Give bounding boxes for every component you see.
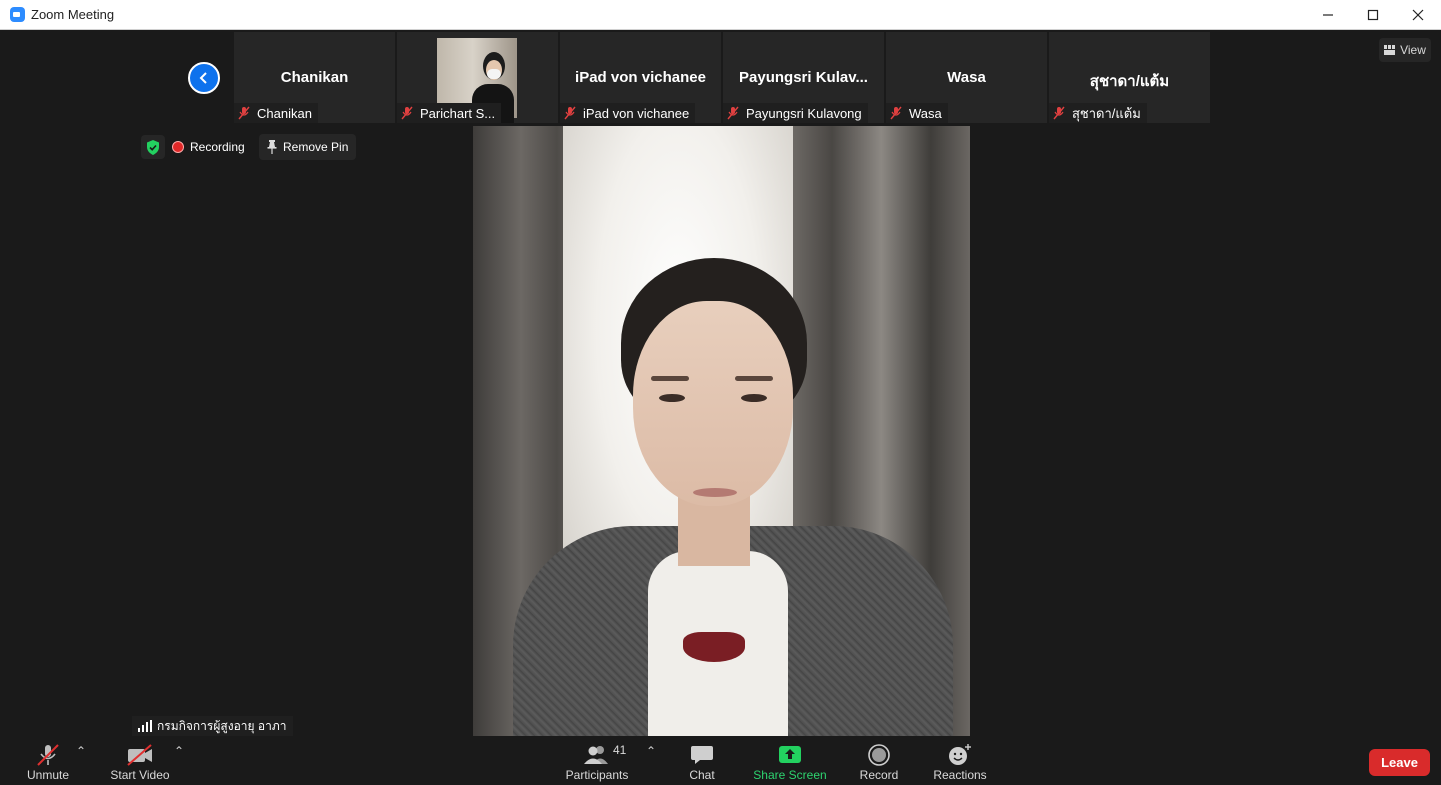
- recording-label: Recording: [190, 140, 245, 154]
- chat-label: Chat: [689, 768, 715, 782]
- tile-label-text: Wasa: [909, 105, 942, 121]
- participant-tile[interactable]: Parichart S...: [397, 32, 558, 123]
- muted-microphone-icon: [37, 744, 59, 766]
- leave-button[interactable]: Leave: [1369, 749, 1430, 776]
- participant-tile[interactable]: Chanikan Chanikan: [234, 32, 395, 123]
- pinned-speaker-video[interactable]: [473, 126, 970, 736]
- record-icon: [868, 744, 890, 766]
- thumbnail-mask: [487, 69, 501, 79]
- tile-name-label: iPad von vichanee: [560, 103, 696, 123]
- maximize-icon: [1367, 9, 1379, 20]
- recording-indicator[interactable]: Recording: [172, 136, 245, 158]
- muted-mic-icon: [238, 106, 250, 120]
- tile-display-name: Wasa: [947, 69, 986, 86]
- window-title: Zoom Meeting: [31, 7, 115, 22]
- title-bar: Zoom Meeting: [0, 0, 1441, 30]
- muted-mic-icon: [890, 106, 902, 120]
- active-speaker-name: กรมกิจการผู้สูงอายุ อาภา: [157, 718, 287, 733]
- chat-button[interactable]: Chat: [682, 738, 722, 785]
- view-button-label: View: [1400, 43, 1426, 57]
- video-options-chevron-up-icon[interactable]: ⌃: [174, 744, 184, 758]
- close-button[interactable]: [1395, 0, 1441, 29]
- muted-mic-icon: [1053, 106, 1065, 120]
- tile-display-name: Payungsri Kulav...: [739, 69, 868, 86]
- tile-name-label: Wasa: [886, 103, 948, 123]
- participant-tile[interactable]: Payungsri Kulav... Payungsri Kulavong: [723, 32, 884, 123]
- tile-name-label: Parichart S...: [397, 103, 502, 123]
- tile-label-text: Parichart S...: [420, 105, 496, 121]
- remove-pin-label: Remove Pin: [283, 140, 349, 154]
- close-icon: [1412, 9, 1424, 20]
- video-person-brow-left: [651, 376, 689, 381]
- remove-pin-button[interactable]: Remove Pin: [259, 134, 357, 160]
- participant-tile[interactable]: Wasa Wasa: [886, 32, 1047, 123]
- recording-dot-icon: [172, 141, 184, 153]
- participant-tile[interactable]: สุชาดา/แต้ม สุชาดา/แต้ม: [1049, 32, 1210, 123]
- tile-label-text: สุชาดา/แต้ม: [1072, 105, 1141, 121]
- reactions-smiley-icon: [949, 744, 971, 765]
- video-person-lips: [693, 488, 737, 497]
- participant-tile[interactable]: iPad von vichanee iPad von vichanee: [560, 32, 721, 123]
- share-screen-icon: [779, 746, 801, 763]
- participants-count: 41: [613, 743, 627, 757]
- pin-icon: [267, 140, 277, 154]
- reactions-button[interactable]: Reactions: [931, 738, 989, 785]
- meeting-info-button[interactable]: [141, 135, 165, 159]
- zoom-app-icon: [10, 7, 25, 22]
- share-screen-label: Share Screen: [753, 768, 827, 782]
- chevron-left-icon: [199, 72, 207, 84]
- tile-label-text: Chanikan: [257, 105, 312, 121]
- participants-label: Participants: [565, 768, 629, 782]
- tile-display-name: iPad von vichanee: [575, 69, 706, 86]
- minimize-button[interactable]: [1305, 0, 1351, 29]
- audio-options-chevron-up-icon[interactable]: ⌃: [76, 744, 86, 758]
- tile-display-name: Chanikan: [280, 69, 349, 86]
- view-button[interactable]: View: [1379, 38, 1431, 62]
- start-video-label: Start Video: [110, 768, 170, 782]
- gallery-grid-icon: [1384, 45, 1396, 55]
- video-person-brow-right: [735, 376, 773, 381]
- tile-name-label: Payungsri Kulavong: [723, 103, 868, 123]
- record-button[interactable]: Record: [857, 738, 901, 785]
- participants-icon: [584, 746, 608, 764]
- signal-strength-icon: [138, 720, 152, 732]
- muted-mic-icon: [727, 106, 739, 120]
- strip-previous-button[interactable]: [188, 62, 220, 94]
- tile-name-label: สุชาดา/แต้ม: [1049, 103, 1147, 123]
- muted-mic-icon: [564, 106, 576, 120]
- start-video-button[interactable]: Start Video: [108, 738, 172, 785]
- tile-label-text: iPad von vichanee: [583, 105, 690, 121]
- reactions-label: Reactions: [933, 768, 987, 782]
- unmute-label: Unmute: [26, 768, 70, 782]
- tile-label-text: Payungsri Kulavong: [746, 105, 862, 121]
- video-off-icon: [127, 744, 152, 766]
- participants-options-chevron-up-icon[interactable]: ⌃: [646, 744, 656, 758]
- minimize-icon: [1323, 13, 1333, 16]
- video-person-neck: [678, 496, 750, 566]
- muted-mic-icon: [401, 106, 413, 120]
- active-speaker-name-label: กรมกิจการผู้สูงอายุ อาภา: [132, 716, 293, 736]
- unmute-button[interactable]: Unmute: [22, 738, 74, 785]
- maximize-button[interactable]: [1350, 0, 1396, 29]
- tile-display-name: สุชาดา/แต้ม: [1089, 73, 1170, 90]
- video-person-eye-right: [741, 394, 767, 402]
- chat-bubble-icon: [691, 746, 713, 764]
- share-screen-button[interactable]: Share Screen: [752, 738, 828, 785]
- video-person-bow: [683, 632, 745, 662]
- video-person-face: [633, 301, 793, 506]
- security-shield-icon: [147, 139, 159, 155]
- video-person-eye-left: [659, 394, 685, 402]
- tile-name-label: Chanikan: [234, 103, 318, 123]
- record-label: Record: [859, 768, 899, 782]
